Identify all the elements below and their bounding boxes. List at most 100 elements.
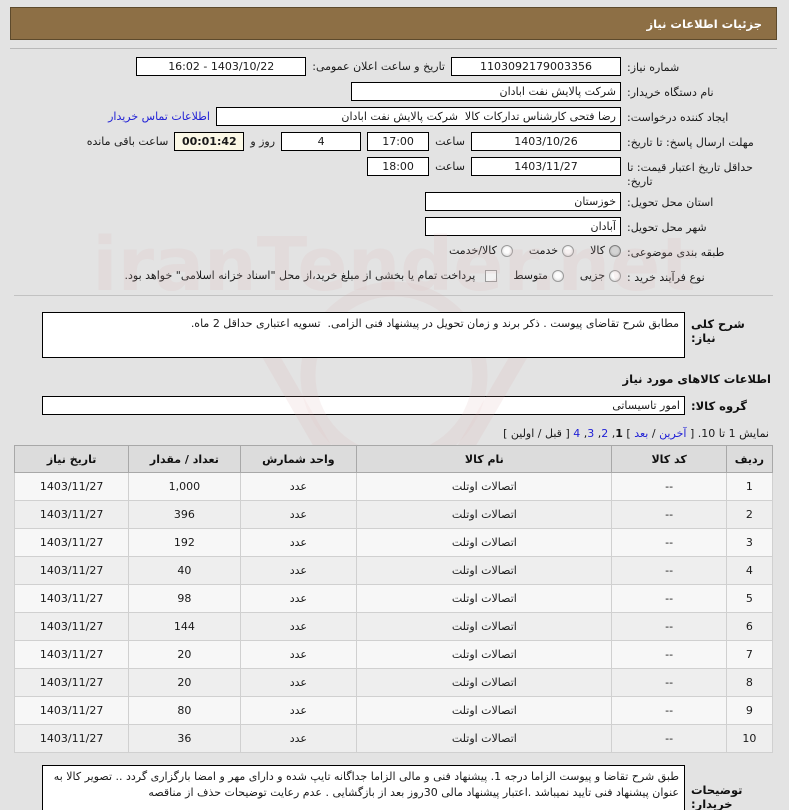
buyer-org-input[interactable] bbox=[351, 82, 621, 101]
cell-unit: عدد bbox=[239, 500, 358, 529]
pagination-first-label: اولین bbox=[510, 427, 535, 440]
cell-qty: 40 bbox=[128, 556, 241, 585]
announce-label: تاریخ و ساعت اعلان عمومی: bbox=[312, 60, 445, 73]
cell-unit: عدد bbox=[239, 528, 358, 557]
cell-radif: 2 bbox=[725, 500, 774, 529]
cell-unit: عدد bbox=[239, 640, 358, 669]
deadline-date-input[interactable] bbox=[471, 132, 621, 151]
pagination-slash-2: / bbox=[537, 427, 542, 440]
radio-category-kala-khedmat[interactable] bbox=[500, 244, 513, 257]
deadline-time-input[interactable] bbox=[367, 132, 430, 151]
need-number-label: شماره نیاز: bbox=[627, 61, 680, 74]
goods-group-input[interactable] bbox=[42, 396, 685, 415]
buyer-notes-textarea[interactable] bbox=[42, 765, 685, 810]
table-row: 2 -- اتصالات اوتلت عدد 396 1403/11/27 bbox=[13, 500, 774, 529]
main-panel: شماره نیاز: تاریخ و ساعت اعلان عمومی: نا… bbox=[10, 48, 777, 810]
cell-radif: 3 bbox=[725, 528, 774, 557]
cell-date: 1403/11/27 bbox=[13, 724, 130, 753]
table-body: 1 -- اتصالات اوتلت عدد 1,000 1403/11/27 … bbox=[13, 472, 774, 753]
category-label: طبقه بندی موضوعی: bbox=[627, 246, 725, 259]
row-creator: ایجاد کننده درخواست: اطلاعات تماس خریدار bbox=[14, 107, 773, 129]
page-title: جزئیات اطلاعات نیاز bbox=[10, 7, 777, 40]
remaining-days-input[interactable] bbox=[281, 132, 362, 151]
creator-input[interactable] bbox=[216, 107, 621, 126]
th-unit: واحد شمارش bbox=[239, 445, 358, 473]
cell-name: اتصالات اوتلت bbox=[356, 640, 613, 669]
pagination-page-1[interactable]: 1 bbox=[615, 427, 623, 440]
cell-radif: 8 bbox=[725, 668, 774, 697]
pagination-page-3[interactable]: 3 bbox=[587, 427, 594, 440]
need-description-textarea[interactable] bbox=[42, 312, 685, 358]
cell-name: اتصالات اوتلت bbox=[356, 500, 613, 529]
table-row: 10 -- اتصالات اوتلت عدد 36 1403/11/27 bbox=[13, 724, 774, 753]
cell-unit: عدد bbox=[239, 556, 358, 585]
city-input[interactable] bbox=[425, 217, 621, 236]
pagination-bracket-open-1: [ bbox=[689, 427, 695, 440]
table-row: 7 -- اتصالات اوتلت عدد 20 1403/11/27 bbox=[13, 640, 774, 669]
table-row: 6 -- اتصالات اوتلت عدد 144 1403/11/27 bbox=[13, 612, 774, 641]
cell-code: -- bbox=[611, 500, 727, 529]
cell-qty: 98 bbox=[128, 584, 241, 613]
goods-group-label: گروه کالا: bbox=[691, 398, 747, 413]
pagination-last-link[interactable]: آخرین bbox=[659, 427, 686, 440]
buyer-contact-link[interactable]: اطلاعات تماس خریدار bbox=[108, 110, 210, 123]
cell-unit: عدد bbox=[239, 472, 358, 501]
radio-process-jozei[interactable] bbox=[609, 269, 621, 282]
countdown-timer-input[interactable] bbox=[174, 132, 245, 151]
min-validity-time-input[interactable] bbox=[367, 157, 430, 176]
cell-date: 1403/11/27 bbox=[13, 612, 130, 641]
process-type-label: نوع فرآیند خرید : bbox=[627, 271, 705, 284]
cell-unit: عدد bbox=[239, 696, 358, 725]
goods-section-title: اطلاعات کالاهای مورد نیاز bbox=[622, 372, 771, 386]
pagination-page-4[interactable]: 4 bbox=[573, 427, 580, 440]
cell-qty: 20 bbox=[128, 668, 241, 697]
items-table: ردیف کد کالا نام کالا واحد شمارش تعداد /… bbox=[13, 445, 774, 753]
cell-code: -- bbox=[611, 584, 727, 613]
treasury-bonds-checkbox[interactable] bbox=[485, 269, 498, 282]
pagination-next-link[interactable]: بعد bbox=[634, 427, 648, 440]
min-validity-label: حداقل تاریخ اعتبار قیمت: تا تاریخ: bbox=[627, 161, 753, 188]
pagination-slash-1: / bbox=[651, 427, 656, 440]
radio-process-motevaset[interactable] bbox=[551, 269, 564, 282]
cell-date: 1403/11/27 bbox=[13, 472, 130, 501]
radio-category-kala[interactable] bbox=[609, 244, 621, 257]
cell-code: -- bbox=[611, 528, 727, 557]
pagination-page-2[interactable]: 2 bbox=[601, 427, 608, 440]
pagination-showing: نمایش 1 تا 10. bbox=[697, 427, 769, 440]
row-city: شهر محل تحویل: bbox=[14, 217, 773, 239]
min-validity-date-input[interactable] bbox=[471, 157, 621, 176]
days-suffix-label: روز و bbox=[250, 135, 276, 148]
cell-unit: عدد bbox=[239, 724, 358, 753]
pagination-bracket-close-2: ] bbox=[503, 427, 508, 440]
cell-qty: 192 bbox=[128, 528, 241, 557]
cell-qty: 396 bbox=[128, 500, 241, 529]
cell-radif: 4 bbox=[725, 556, 774, 585]
announce-datetime-input[interactable] bbox=[136, 57, 307, 76]
countdown-suffix-label: ساعت باقی مانده bbox=[86, 135, 169, 148]
cell-qty: 1,000 bbox=[128, 472, 241, 501]
cell-radif: 9 bbox=[725, 696, 774, 725]
table-row: 8 -- اتصالات اوتلت عدد 20 1403/11/27 bbox=[13, 668, 774, 697]
pagination-prev-label: قبل bbox=[545, 427, 562, 440]
cell-code: -- bbox=[611, 668, 727, 697]
deadline-label: مهلت ارسال پاسخ: تا تاریخ: bbox=[627, 136, 754, 149]
process-radio-group: جزیی متوسط پرداخت تمام یا بخشی از مبلغ خ… bbox=[125, 267, 621, 282]
th-code: کد کالا bbox=[611, 445, 727, 473]
page-title-text: جزئیات اطلاعات نیاز bbox=[646, 16, 762, 31]
need-info-form: شماره نیاز: تاریخ و ساعت اعلان عمومی: نا… bbox=[10, 49, 777, 302]
need-number-input[interactable] bbox=[451, 57, 621, 76]
min-validity-hour-label: ساعت bbox=[435, 160, 465, 173]
province-input[interactable] bbox=[425, 192, 621, 211]
radio-process-jozei-label: جزیی bbox=[579, 269, 605, 282]
row-buyer-org: نام دستگاه خریدار: bbox=[14, 82, 773, 104]
cell-unit: عدد bbox=[239, 584, 358, 613]
table-row: 1 -- اتصالات اوتلت عدد 1,000 1403/11/27 bbox=[13, 472, 774, 501]
category-radio-group: کالا خدمت کالا/خدمت bbox=[437, 242, 621, 257]
cell-date: 1403/11/27 bbox=[13, 668, 130, 697]
cell-radif: 6 bbox=[725, 612, 774, 641]
goods-group-row: گروه کالا: bbox=[10, 394, 777, 415]
radio-category-khedmat[interactable] bbox=[562, 244, 575, 257]
cell-radif: 1 bbox=[725, 472, 774, 501]
cell-date: 1403/11/27 bbox=[13, 584, 130, 613]
cell-code: -- bbox=[611, 612, 727, 641]
